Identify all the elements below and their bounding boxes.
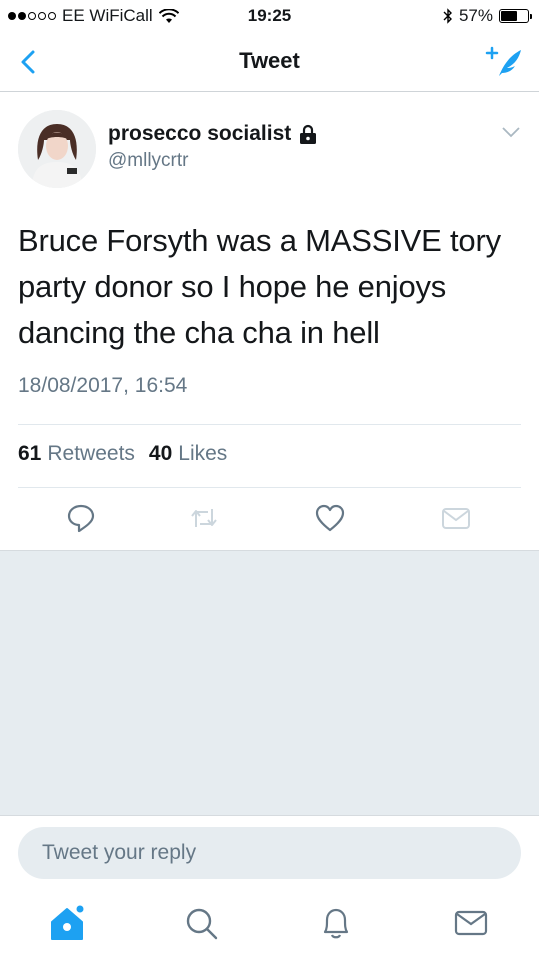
bluetooth-icon <box>443 8 452 24</box>
reply-icon[interactable] <box>65 502 97 534</box>
tweet-stats: 61 Retweets 40 Likes <box>18 442 227 466</box>
likes-label: Likes <box>178 442 228 465</box>
divider <box>18 424 521 425</box>
status-bar: EE WiFiCall 19:25 57% <box>0 0 539 34</box>
tweet-text-line: Bruce Forsyth was a MASSIVE tory <box>18 223 501 258</box>
messages-icon[interactable] <box>451 903 491 943</box>
status-right: 57% <box>443 6 532 26</box>
tweet-text-line: party donor so I hope he enjoys <box>18 269 447 304</box>
likes-stat[interactable]: 40 Likes <box>149 442 227 466</box>
battery-icon <box>499 9 532 23</box>
avatar[interactable] <box>18 110 96 188</box>
tab-bar <box>0 891 539 960</box>
tweet-actions <box>0 496 539 542</box>
user-handle[interactable]: @mllycrtr <box>108 150 189 172</box>
profile-photo <box>18 110 96 188</box>
home-icon[interactable] <box>47 903 87 943</box>
tweet-text: Bruce Forsyth was a MASSIVE tory party d… <box>18 218 523 356</box>
battery-fill <box>501 11 517 21</box>
compose-tweet-icon[interactable] <box>485 44 525 80</box>
divider <box>18 487 521 488</box>
battery-percent: 57% <box>458 6 493 25</box>
search-icon[interactable] <box>181 903 221 943</box>
reply-input[interactable] <box>18 827 521 879</box>
likes-count: 40 <box>148 442 173 465</box>
reply-bar <box>0 815 539 891</box>
heart-icon[interactable] <box>314 502 346 534</box>
tweet-text-line: dancing the cha cha in hell <box>18 315 380 350</box>
empty-replies-area <box>0 550 539 815</box>
chevron-down-icon[interactable] <box>501 125 521 139</box>
retweets-label: Retweets <box>47 442 135 465</box>
nav-bar: Tweet <box>0 34 539 92</box>
page-title: Tweet <box>239 48 300 73</box>
display-name[interactable]: prosecco socialist <box>108 122 317 146</box>
retweet-icon[interactable] <box>188 502 220 534</box>
retweets-count: 61 <box>18 442 42 465</box>
display-name-text: prosecco socialist <box>108 122 292 145</box>
lock-icon <box>300 124 317 144</box>
tweet-timestamp: 18/08/2017, 16:54 <box>18 374 188 397</box>
notifications-icon[interactable] <box>316 903 356 943</box>
envelope-icon[interactable] <box>440 502 472 534</box>
retweets-stat[interactable]: 61 Retweets <box>18 442 135 466</box>
